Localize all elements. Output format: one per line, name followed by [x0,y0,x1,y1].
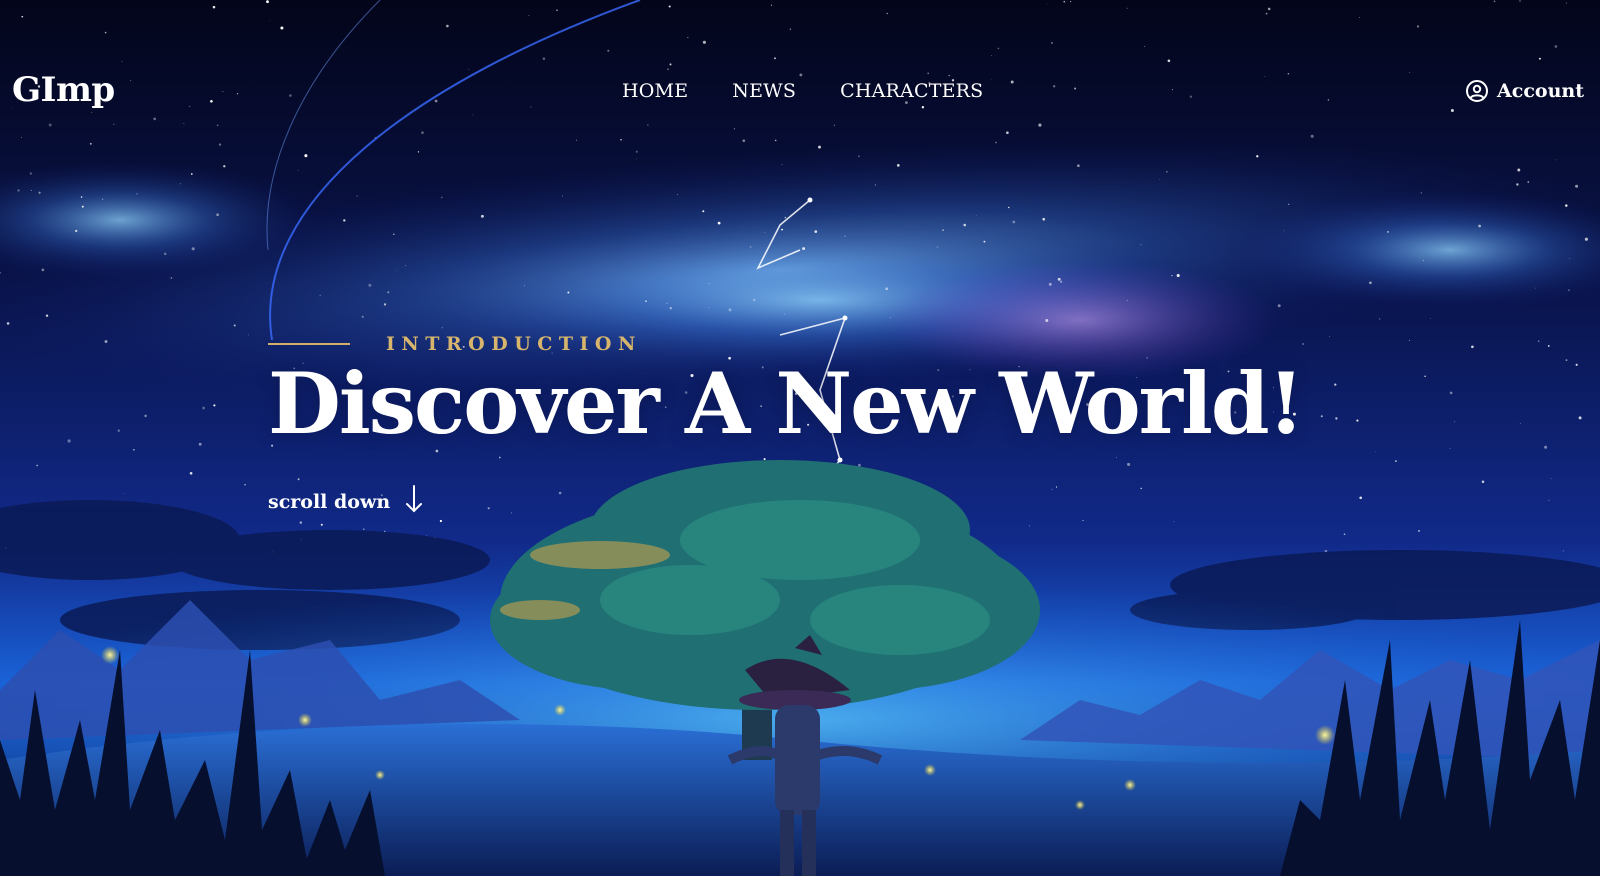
site-logo[interactable]: GImp [12,70,115,110]
nav-link-home[interactable]: HOME [622,80,688,102]
main-nav: HOME NEWS CHARACTERS [622,80,983,102]
nav-link-news[interactable]: NEWS [732,80,796,102]
nav-link-characters[interactable]: CHARACTERS [840,80,983,102]
hero-title: Discover A New World! [268,354,1304,453]
intro-kicker: INTRODUCTION [268,333,642,355]
kicker-text: INTRODUCTION [386,333,642,355]
user-circle-icon [1465,79,1489,103]
arrow-down-icon [404,484,424,519]
scroll-down-label: scroll down [268,490,391,513]
scroll-down-link[interactable]: scroll down [268,484,424,519]
account-label: Account [1497,80,1584,102]
account-button[interactable]: Account [1465,79,1584,103]
hero-section: GImp HOME NEWS CHARACTERS Account INTROD… [0,0,1600,876]
kicker-divider [268,343,350,345]
